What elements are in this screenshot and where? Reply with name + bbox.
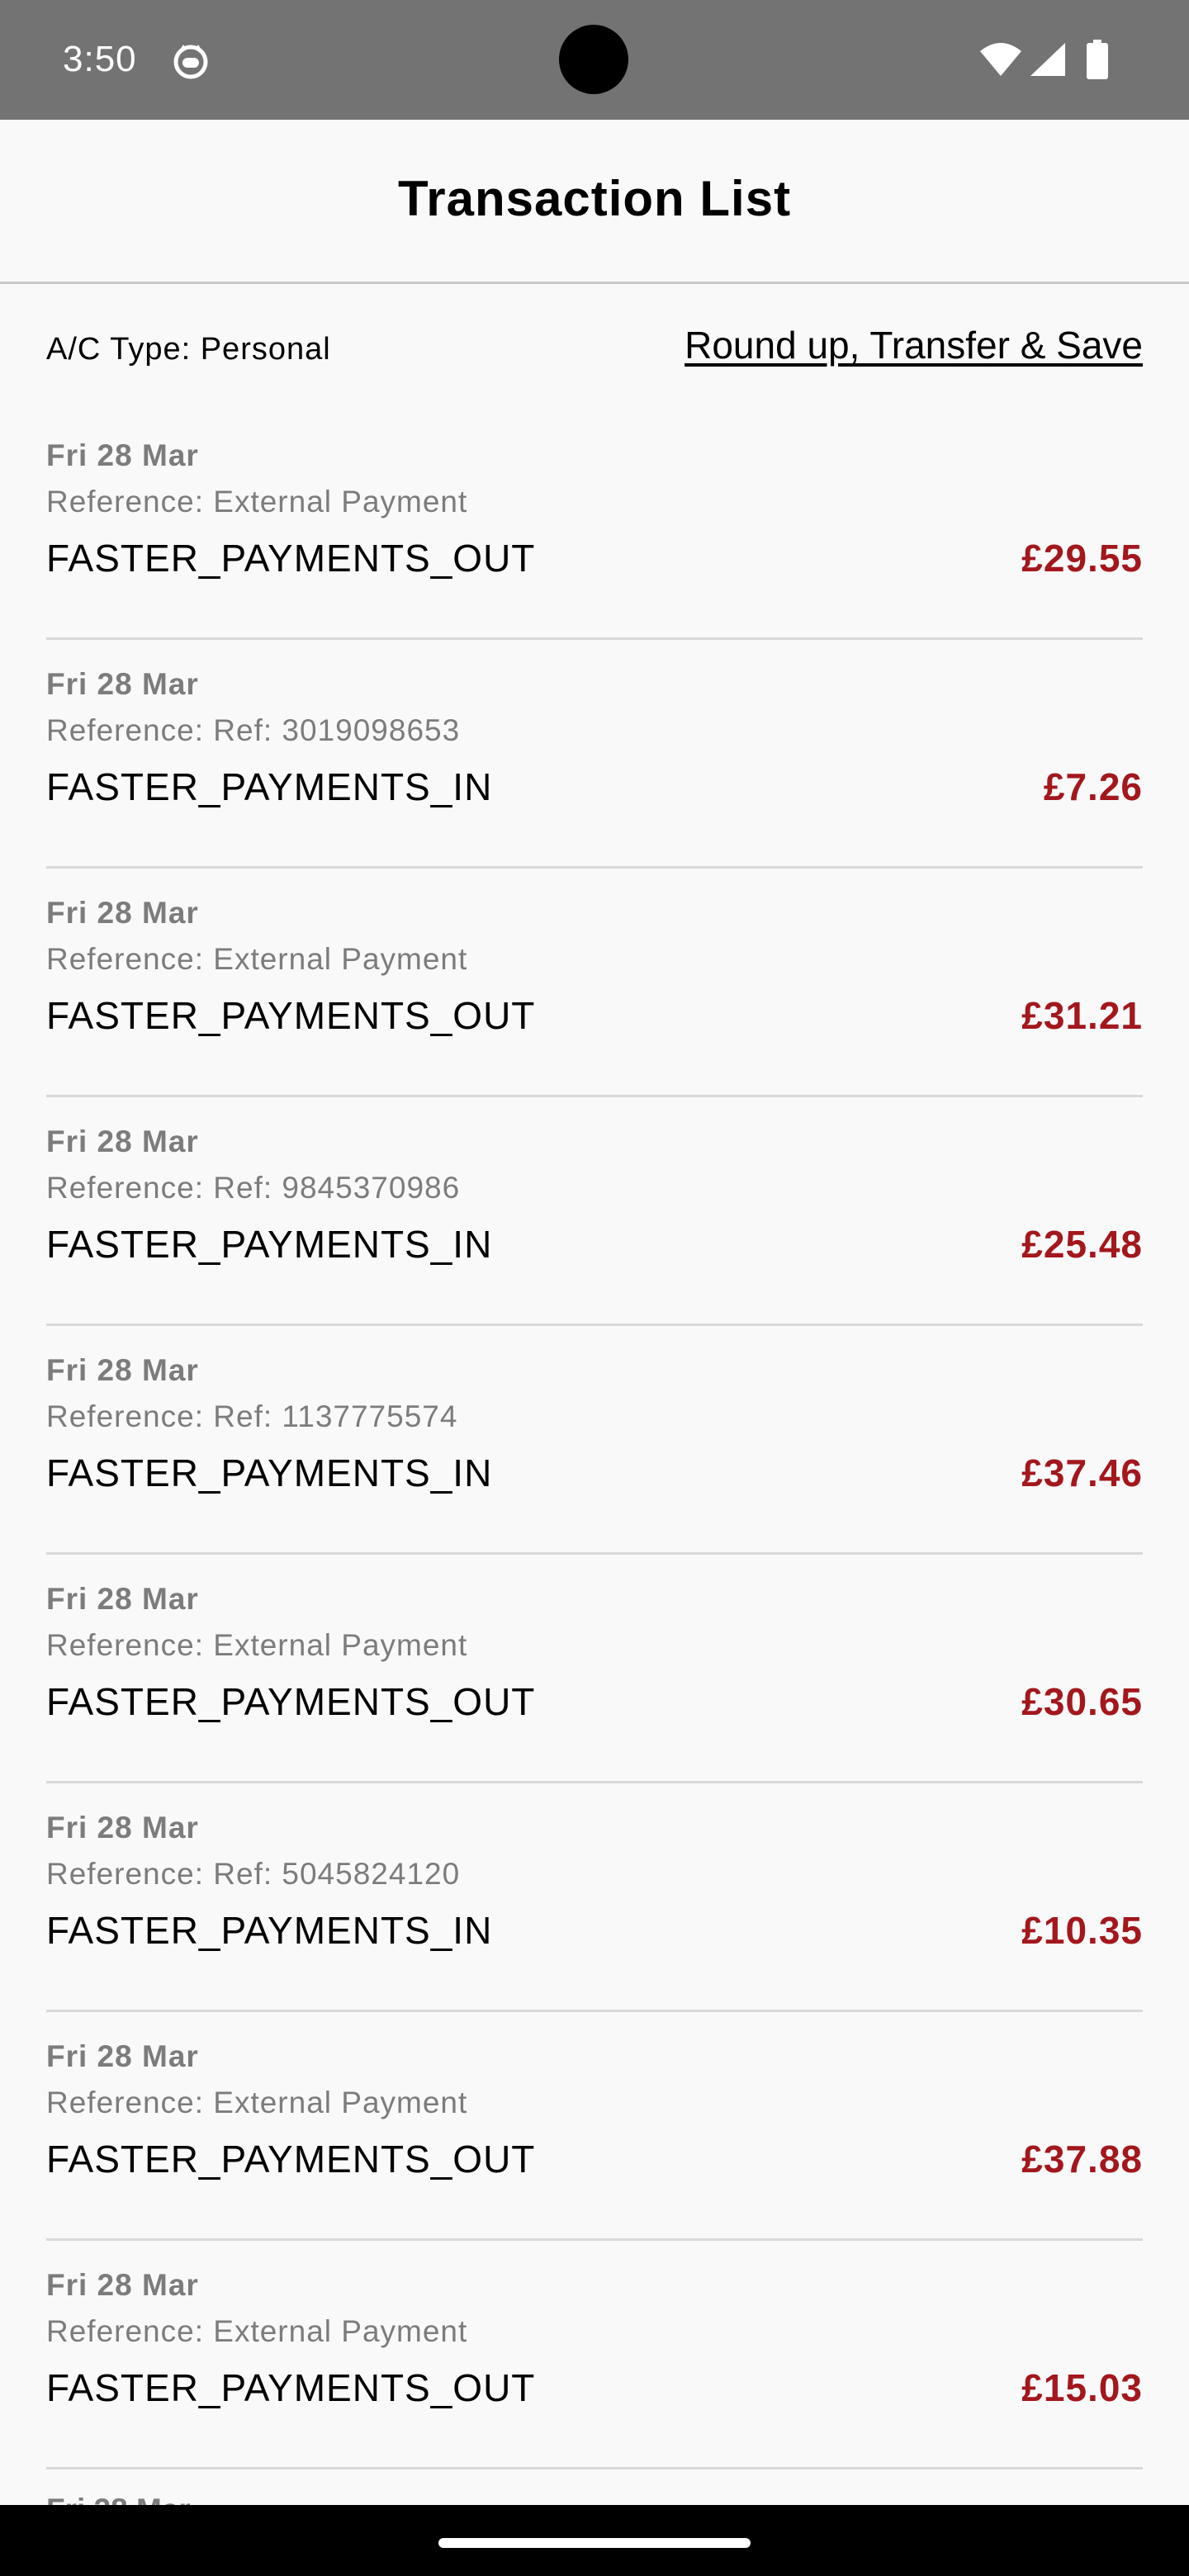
transaction-row[interactable]: Fri 28 Mar Reference: Ref: 5045824120 FA… [46, 1783, 1143, 2012]
transaction-row[interactable]: Fri 28 Mar Reference: Ref: 1137775574 FA… [46, 1326, 1143, 1555]
transaction-reference: Reference: External Payment [46, 1628, 468, 1662]
transaction-row[interactable]: Fri 28 Mar Reference: External Payment F… [46, 2012, 1143, 2241]
gesture-nav-bar [0, 2505, 1189, 2576]
transaction-row[interactable]: Fri 28 Mar Reference: Ref: 3019098653 FA… [46, 640, 1143, 869]
battery-icon [1087, 40, 1108, 79]
transaction-list: Fri 28 Mar Reference: External Payment F… [46, 411, 1143, 2469]
partial-transaction-date: Fri 28 Mar [46, 2492, 191, 2505]
transaction-amount: £25.48 [1021, 1223, 1143, 1266]
transaction-reference: Reference: External Payment [46, 942, 468, 976]
page-title: Transaction List [397, 171, 792, 226]
transaction-date: Fri 28 Mar [46, 2268, 199, 2302]
transaction-type: FASTER_PAYMENTS_IN [46, 1223, 493, 1266]
transaction-date: Fri 28 Mar [46, 667, 199, 701]
cell-signal-icon [1030, 43, 1065, 76]
transaction-type: FASTER_PAYMENTS_OUT [46, 1680, 536, 1723]
transaction-type: FASTER_PAYMENTS_IN [46, 1909, 493, 1952]
transaction-amount: £30.65 [1021, 1680, 1143, 1723]
transaction-type: FASTER_PAYMENTS_OUT [46, 2138, 536, 2181]
transaction-date: Fri 28 Mar [46, 438, 199, 472]
camera-cutout [559, 25, 628, 94]
app-bar: Transaction List [0, 120, 1189, 284]
status-time: 3:50 [63, 39, 137, 79]
transaction-date: Fri 28 Mar [46, 1811, 199, 1844]
transaction-reference: Reference: Ref: 9845370986 [46, 1171, 461, 1205]
transaction-type: FASTER_PAYMENTS_OUT [46, 994, 536, 1037]
transaction-row[interactable]: Fri 28 Mar Reference: External Payment F… [46, 411, 1143, 640]
transaction-row[interactable]: Fri 28 Mar Reference: External Payment F… [46, 1555, 1143, 1783]
transaction-amount: £37.88 [1021, 2138, 1143, 2181]
transaction-type: FASTER_PAYMENTS_IN [46, 1451, 493, 1494]
transaction-type: FASTER_PAYMENTS_OUT [46, 2366, 536, 2409]
transaction-reference: Reference: Ref: 5045824120 [46, 1857, 461, 1891]
transaction-amount: £29.55 [1021, 537, 1143, 580]
transaction-row[interactable]: Fri 28 Mar Reference: Ref: 9845370986 FA… [46, 1097, 1143, 1326]
transaction-reference: Reference: External Payment [46, 485, 468, 519]
transaction-type: FASTER_PAYMENTS_OUT [46, 537, 536, 580]
transaction-date: Fri 28 Mar [46, 2039, 199, 2073]
transaction-amount: £31.21 [1021, 994, 1143, 1037]
transaction-reference: Reference: External Payment [46, 2314, 468, 2348]
transaction-date: Fri 28 Mar [46, 1353, 199, 1387]
round-up-transfer-save-link[interactable]: Round up, Transfer & Save [685, 322, 1143, 368]
transaction-reference: Reference: Ref: 3019098653 [46, 713, 461, 747]
transaction-type: FASTER_PAYMENTS_IN [46, 765, 493, 808]
transaction-row[interactable]: Fri 28 Mar Reference: External Payment F… [46, 869, 1143, 1097]
app-notification-icon [173, 45, 208, 79]
transaction-date: Fri 28 Mar [46, 896, 199, 930]
wifi-icon [980, 43, 1021, 76]
account-type-label: A/C Type: Personal [46, 332, 331, 367]
home-gesture-handle[interactable] [438, 2538, 751, 2548]
transaction-reference: Reference: External Payment [46, 2086, 468, 2119]
account-row: A/C Type: Personal Round up, Transfer & … [46, 322, 1143, 372]
transaction-date: Fri 28 Mar [46, 1582, 199, 1616]
transaction-amount: £15.03 [1021, 2366, 1143, 2409]
transaction-reference: Reference: Ref: 1137775574 [46, 1399, 458, 1433]
status-bar: 3:50 [0, 0, 1189, 120]
transaction-date: Fri 28 Mar [46, 1125, 199, 1158]
transaction-amount: £7.26 [1043, 765, 1143, 808]
transaction-amount: £37.46 [1021, 1451, 1143, 1494]
transaction-row[interactable]: Fri 28 Mar Reference: External Payment F… [46, 2241, 1143, 2469]
transaction-amount: £10.35 [1021, 1909, 1143, 1952]
